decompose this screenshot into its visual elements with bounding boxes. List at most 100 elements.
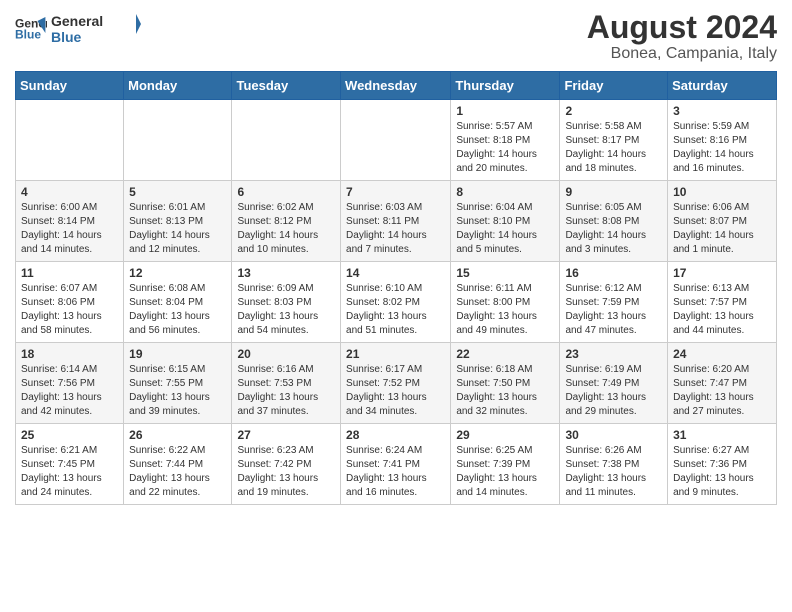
calendar-cell: 8Sunrise: 6:04 AM Sunset: 8:10 PM Daylig… xyxy=(451,181,560,262)
week-row-3: 11Sunrise: 6:07 AM Sunset: 8:06 PM Dayli… xyxy=(16,262,777,343)
calendar-cell: 5 Sunrise: 6:01 AM Sunset: 8:13 PM Daylig… xyxy=(124,181,232,262)
day-info: Sunrise: 6:17 AM Sunset: 7:52 PM Dayligh… xyxy=(346,363,445,419)
svg-text:Blue: Blue xyxy=(15,28,41,42)
calendar-cell: 7Sunrise: 6:03 AM Sunset: 8:11 PM Daylig… xyxy=(341,181,451,262)
header-thursday: Thursday xyxy=(451,72,560,100)
day-number: 11 xyxy=(21,266,118,280)
day-info: Sunrise: 6:01 AM Sunset: 8:13 PM Dayligh… xyxy=(129,201,226,257)
calendar-cell xyxy=(341,100,451,181)
day-number: 9 xyxy=(565,185,662,199)
svg-text:Blue: Blue xyxy=(51,29,82,45)
calendar-cell: 6 Sunrise: 6:02 AM Sunset: 8:12 PM Daylig… xyxy=(232,181,341,262)
day-number: 13 xyxy=(237,266,335,280)
day-info: Sunrise: 6:04 AM Sunset: 8:10 PM Dayligh… xyxy=(456,201,554,257)
day-info: Sunrise: 6:02 AM Sunset: 8:12 PM Dayligh… xyxy=(237,201,335,257)
day-number: 27 xyxy=(237,428,335,442)
day-number: 22 xyxy=(456,347,554,361)
calendar-cell: 30 Sunrise: 6:26 AM Sunset: 7:38 PM Dayli… xyxy=(560,424,668,505)
day-number: 3 xyxy=(673,104,771,118)
page-subtitle: Bonea, Campania, Italy xyxy=(587,45,777,63)
calendar-cell: 14 Sunrise: 6:10 AM Sunset: 8:02 PM Dayli… xyxy=(341,262,451,343)
day-info: Sunrise: 6:18 AM Sunset: 7:50 PM Dayligh… xyxy=(456,363,554,419)
calendar-cell: 15Sunrise: 6:11 AM Sunset: 8:00 PM Dayli… xyxy=(451,262,560,343)
svg-text:General: General xyxy=(51,13,103,29)
calendar-cell xyxy=(232,100,341,181)
day-number: 18 xyxy=(21,347,118,361)
day-number: 10 xyxy=(673,185,771,199)
calendar-cell: 24Sunrise: 6:20 AM Sunset: 7:47 PM Dayli… xyxy=(668,343,777,424)
calendar-cell: 18 Sunrise: 6:14 AM Sunset: 7:56 PM Dayli… xyxy=(16,343,124,424)
day-info: Sunrise: 6:10 AM Sunset: 8:02 PM Dayligh… xyxy=(346,282,445,338)
logo-svg: General Blue xyxy=(51,10,141,48)
weekday-header-row: Sunday Monday Tuesday Wednesday Thursday… xyxy=(16,72,777,100)
calendar-cell: 9 Sunrise: 6:05 AM Sunset: 8:08 PM Daylig… xyxy=(560,181,668,262)
day-info: Sunrise: 6:14 AM Sunset: 7:56 PM Dayligh… xyxy=(21,363,118,419)
calendar-cell: 22 Sunrise: 6:18 AM Sunset: 7:50 PM Dayli… xyxy=(451,343,560,424)
calendar-cell: 26 Sunrise: 6:22 AM Sunset: 7:44 PM Dayli… xyxy=(124,424,232,505)
day-number: 17 xyxy=(673,266,771,280)
calendar-cell: 20Sunrise: 6:16 AM Sunset: 7:53 PM Dayli… xyxy=(232,343,341,424)
header-wednesday: Wednesday xyxy=(341,72,451,100)
day-number: 26 xyxy=(129,428,226,442)
day-info: Sunrise: 6:19 AM Sunset: 7:49 PM Dayligh… xyxy=(565,363,662,419)
calendar-cell: 4 Sunrise: 6:00 AM Sunset: 8:14 PM Daylig… xyxy=(16,181,124,262)
day-info: Sunrise: 6:09 AM Sunset: 8:03 PM Dayligh… xyxy=(237,282,335,338)
calendar-cell: 29 Sunrise: 6:25 AM Sunset: 7:39 PM Dayli… xyxy=(451,424,560,505)
day-number: 23 xyxy=(565,347,662,361)
day-number: 24 xyxy=(673,347,771,361)
day-number: 29 xyxy=(456,428,554,442)
day-info: Sunrise: 6:12 AM Sunset: 7:59 PM Dayligh… xyxy=(565,282,662,338)
calendar: Sunday Monday Tuesday Wednesday Thursday… xyxy=(15,71,777,505)
calendar-cell: 16Sunrise: 6:12 AM Sunset: 7:59 PM Dayli… xyxy=(560,262,668,343)
calendar-cell xyxy=(16,100,124,181)
calendar-cell: 23 Sunrise: 6:19 AM Sunset: 7:49 PM Dayli… xyxy=(560,343,668,424)
day-info: Sunrise: 6:13 AM Sunset: 7:57 PM Dayligh… xyxy=(673,282,771,338)
day-number: 6 xyxy=(237,185,335,199)
day-info: Sunrise: 6:11 AM Sunset: 8:00 PM Dayligh… xyxy=(456,282,554,338)
day-number: 25 xyxy=(21,428,118,442)
day-number: 12 xyxy=(129,266,226,280)
week-row-5: 25Sunrise: 6:21 AM Sunset: 7:45 PM Dayli… xyxy=(16,424,777,505)
calendar-cell: 28 Sunrise: 6:24 AM Sunset: 7:41 PM Dayli… xyxy=(341,424,451,505)
day-info: Sunrise: 6:23 AM Sunset: 7:42 PM Dayligh… xyxy=(237,444,335,500)
title-block: August 2024 Bonea, Campania, Italy xyxy=(587,10,777,63)
logo-icon: General Blue xyxy=(15,13,47,45)
calendar-cell: 27 Sunrise: 6:23 AM Sunset: 7:42 PM Dayli… xyxy=(232,424,341,505)
day-info: Sunrise: 6:05 AM Sunset: 8:08 PM Dayligh… xyxy=(565,201,662,257)
calendar-cell: 25Sunrise: 6:21 AM Sunset: 7:45 PM Dayli… xyxy=(16,424,124,505)
day-number: 31 xyxy=(673,428,771,442)
calendar-cell: 10 Sunrise: 6:06 AM Sunset: 8:07 PM Dayli… xyxy=(668,181,777,262)
day-number: 2 xyxy=(565,104,662,118)
calendar-cell xyxy=(124,100,232,181)
day-info: Sunrise: 6:25 AM Sunset: 7:39 PM Dayligh… xyxy=(456,444,554,500)
day-info: Sunrise: 6:26 AM Sunset: 7:38 PM Dayligh… xyxy=(565,444,662,500)
day-number: 1 xyxy=(456,104,554,118)
day-number: 30 xyxy=(565,428,662,442)
day-info: Sunrise: 6:06 AM Sunset: 8:07 PM Dayligh… xyxy=(673,201,771,257)
header-saturday: Saturday xyxy=(668,72,777,100)
calendar-cell: 11Sunrise: 6:07 AM Sunset: 8:06 PM Dayli… xyxy=(16,262,124,343)
day-info: Sunrise: 6:00 AM Sunset: 8:14 PM Dayligh… xyxy=(21,201,118,257)
calendar-cell: 13 Sunrise: 6:09 AM Sunset: 8:03 PM Dayli… xyxy=(232,262,341,343)
day-info: Sunrise: 6:27 AM Sunset: 7:36 PM Dayligh… xyxy=(673,444,771,500)
day-info: Sunrise: 6:08 AM Sunset: 8:04 PM Dayligh… xyxy=(129,282,226,338)
day-number: 28 xyxy=(346,428,445,442)
day-info: Sunrise: 5:57 AM Sunset: 8:18 PM Dayligh… xyxy=(456,120,554,176)
day-info: Sunrise: 5:59 AM Sunset: 8:16 PM Dayligh… xyxy=(673,120,771,176)
day-number: 14 xyxy=(346,266,445,280)
day-number: 19 xyxy=(129,347,226,361)
day-number: 21 xyxy=(346,347,445,361)
calendar-cell: 21 Sunrise: 6:17 AM Sunset: 7:52 PM Dayli… xyxy=(341,343,451,424)
day-info: Sunrise: 6:22 AM Sunset: 7:44 PM Dayligh… xyxy=(129,444,226,500)
calendar-cell: 3 Sunrise: 5:59 AM Sunset: 8:16 PM Daylig… xyxy=(668,100,777,181)
calendar-cell: 31 Sunrise: 6:27 AM Sunset: 7:36 PM Dayli… xyxy=(668,424,777,505)
header-sunday: Sunday xyxy=(16,72,124,100)
page: General Blue General Blue August 2024 Bo… xyxy=(0,0,792,515)
header-monday: Monday xyxy=(124,72,232,100)
day-number: 4 xyxy=(21,185,118,199)
day-info: Sunrise: 6:24 AM Sunset: 7:41 PM Dayligh… xyxy=(346,444,445,500)
day-number: 5 xyxy=(129,185,226,199)
day-number: 7 xyxy=(346,185,445,199)
day-info: Sunrise: 6:15 AM Sunset: 7:55 PM Dayligh… xyxy=(129,363,226,419)
day-number: 20 xyxy=(237,347,335,361)
